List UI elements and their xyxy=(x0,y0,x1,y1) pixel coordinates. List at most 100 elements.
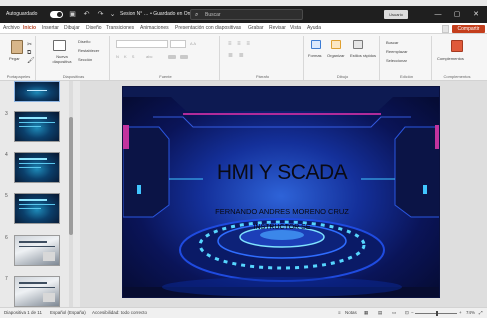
close-button[interactable]: ✕ xyxy=(470,6,482,23)
tab-animaciones[interactable]: Animaciones xyxy=(140,23,169,34)
maximize-button[interactable]: ▢ xyxy=(451,6,463,23)
search-placeholder: Buscar xyxy=(205,12,221,18)
strikethrough-button[interactable]: abc xyxy=(146,54,152,60)
tab-transiciones[interactable]: Transiciones xyxy=(106,23,134,34)
status-bar: Diapositiva 1 de 11 Español (España) Acc… xyxy=(0,307,487,318)
bold-italic-underline-buttons[interactable]: N K S xyxy=(116,54,136,60)
tab-grabar[interactable]: Grabar xyxy=(248,23,264,34)
minimize-button[interactable]: — xyxy=(432,6,444,23)
redo-icon[interactable]: ↷ xyxy=(96,10,105,19)
copy-icon[interactable]: ⧉ xyxy=(27,50,31,56)
format-painter-icon[interactable]: 🖌 xyxy=(27,58,35,64)
slide-thumbnail-2[interactable] xyxy=(14,81,60,102)
cut-icon[interactable]: ✂ xyxy=(27,42,32,48)
clipboard-group-label: Portapapeles xyxy=(6,74,31,79)
replace-button[interactable]: Reemplazar xyxy=(386,49,408,55)
thumbnail-scrollbar-thumb[interactable] xyxy=(69,117,73,235)
paste-icon[interactable] xyxy=(11,40,23,54)
shapes-icon[interactable] xyxy=(311,40,321,49)
slide-background-art xyxy=(123,87,439,297)
drawing-group-label: Dibujo xyxy=(336,74,349,79)
zoom-slider-handle[interactable] xyxy=(436,311,438,316)
slide-thumbnail-5[interactable] xyxy=(14,193,60,224)
zoom-out-icon[interactable]: − xyxy=(411,308,414,318)
zoom-level[interactable]: 74% xyxy=(466,308,475,318)
addins-icon[interactable] xyxy=(451,40,463,52)
notes-button[interactable]: Notas xyxy=(345,308,357,318)
accessibility-status[interactable]: Accesibilidad: todo correcto xyxy=(92,308,147,318)
paragraph-group-label: Párrafo xyxy=(255,74,270,79)
slide-thumbnail-6[interactable] xyxy=(14,235,60,266)
user-account[interactable]: Usuario xyxy=(384,10,408,19)
reset-button[interactable]: Restablecer xyxy=(78,48,99,54)
quick-styles-icon[interactable] xyxy=(353,40,363,49)
save-icon[interactable]: ▣ xyxy=(68,10,77,19)
font-group: A A N K S abc Fuente xyxy=(112,36,220,80)
quick-styles-button[interactable]: Estilos rápidos xyxy=(350,53,376,58)
new-slide-icon[interactable] xyxy=(53,40,66,51)
slides-group: Nueva diapositiva Diseño Restablecer Sec… xyxy=(38,36,110,80)
fit-to-window-icon[interactable]: ⤢ xyxy=(479,308,483,318)
slide-thumbnail-3[interactable] xyxy=(14,111,60,142)
slide-thumbnail-pane: 3 4 5 6 7 xyxy=(0,81,78,307)
slide-thumbnail-7[interactable] xyxy=(14,276,60,307)
zoom-in-icon[interactable]: + xyxy=(459,308,462,318)
editing-group: Buscar Reemplazar Seleccionar Edición xyxy=(382,36,432,80)
language-indicator[interactable]: Español (España) xyxy=(50,308,86,318)
new-slide-button[interactable]: Nueva diapositiva xyxy=(48,54,76,64)
font-size-dropdown[interactable] xyxy=(170,40,186,48)
paste-button[interactable]: Pegar xyxy=(9,56,20,62)
editing-group-label: Edición xyxy=(399,74,414,79)
arrange-icon[interactable] xyxy=(331,40,341,49)
layout-button[interactable]: Diseño xyxy=(78,39,90,45)
tab-diseno[interactable]: Diseño xyxy=(86,23,102,34)
slide-thumbnail-4[interactable] xyxy=(14,152,60,183)
grow-shrink-font-buttons[interactable]: A A xyxy=(190,41,196,47)
font-group-label: Fuente xyxy=(159,74,172,79)
list-buttons[interactable]: ≣ ≣ xyxy=(228,53,246,59)
search-box[interactable]: ⌕ Buscar xyxy=(190,9,303,20)
title-bar: Autoguardado ▣ ↶ ↷ ⌄ Sesion N° … • Guard… xyxy=(0,6,487,23)
slide-title[interactable]: HMI Y SCADA xyxy=(123,161,439,185)
alignment-buttons[interactable]: ≡ ≡ ≡ xyxy=(228,41,252,47)
slide-counter: Diapositiva 1 de 11 xyxy=(4,310,42,315)
slide-sorter-icon[interactable]: ▤ xyxy=(378,308,382,318)
addins-button[interactable]: Complementos xyxy=(437,56,464,62)
highlight-color-icon[interactable] xyxy=(180,55,188,59)
share-button[interactable]: Compartir xyxy=(452,25,485,33)
ribbon-tabs: Archivo Inicio Insertar Dibujar Diseño T… xyxy=(0,23,487,34)
drawing-group: Formas Organizar Estilos rápidos Dibujo xyxy=(306,36,380,80)
notes-icon[interactable]: ≡ xyxy=(338,308,341,318)
tab-ayuda[interactable]: Ayuda xyxy=(307,23,321,34)
thumbnail-number: 6 xyxy=(5,235,8,241)
font-name-dropdown[interactable] xyxy=(116,40,168,48)
normal-view-icon[interactable]: ▦ xyxy=(364,308,368,318)
customize-toolbar-icon[interactable]: ⌄ xyxy=(108,10,117,19)
current-slide[interactable]: HMI Y SCADA FERNANDO ANDRES MORENO CRUZ … xyxy=(122,86,440,298)
thumbnail-number: 3 xyxy=(5,111,8,117)
shapes-button[interactable]: Formas xyxy=(308,53,322,59)
select-button[interactable]: Seleccionar xyxy=(386,58,407,64)
search-icon: ⌕ xyxy=(195,12,199,18)
reading-view-icon[interactable]: ▭ xyxy=(392,308,396,318)
section-button[interactable]: Sección xyxy=(78,57,92,63)
thumbnail-number: 5 xyxy=(5,193,8,199)
tab-vista[interactable]: Vista xyxy=(290,23,301,34)
find-button[interactable]: Buscar xyxy=(386,40,398,46)
autosave-toggle[interactable] xyxy=(50,11,63,18)
tab-presentacion[interactable]: Presentación con diapositivas xyxy=(175,23,241,34)
tab-dibujar[interactable]: Dibujar xyxy=(64,23,80,34)
powerpoint-window: Autoguardado ▣ ↶ ↷ ⌄ Sesion N° … • Guard… xyxy=(0,0,487,318)
tab-insertar[interactable]: Insertar xyxy=(42,23,59,34)
slide-author-name[interactable]: FERNANDO ANDRES MORENO CRUZ xyxy=(123,207,439,216)
arrange-button[interactable]: Organizar xyxy=(327,53,345,59)
slideshow-icon[interactable]: ⊡ xyxy=(405,308,409,318)
tab-archivo[interactable]: Archivo xyxy=(3,23,20,34)
font-color-icon[interactable] xyxy=(168,55,176,59)
thumbnail-number: 4 xyxy=(5,152,8,158)
comments-button[interactable] xyxy=(442,25,449,33)
slide-author-role[interactable]: INSTRUCTOR SE xyxy=(123,224,439,231)
tab-inicio[interactable]: Inicio xyxy=(23,23,36,34)
tab-revisar[interactable]: Revisar xyxy=(269,23,286,34)
undo-icon[interactable]: ↶ xyxy=(82,10,91,19)
